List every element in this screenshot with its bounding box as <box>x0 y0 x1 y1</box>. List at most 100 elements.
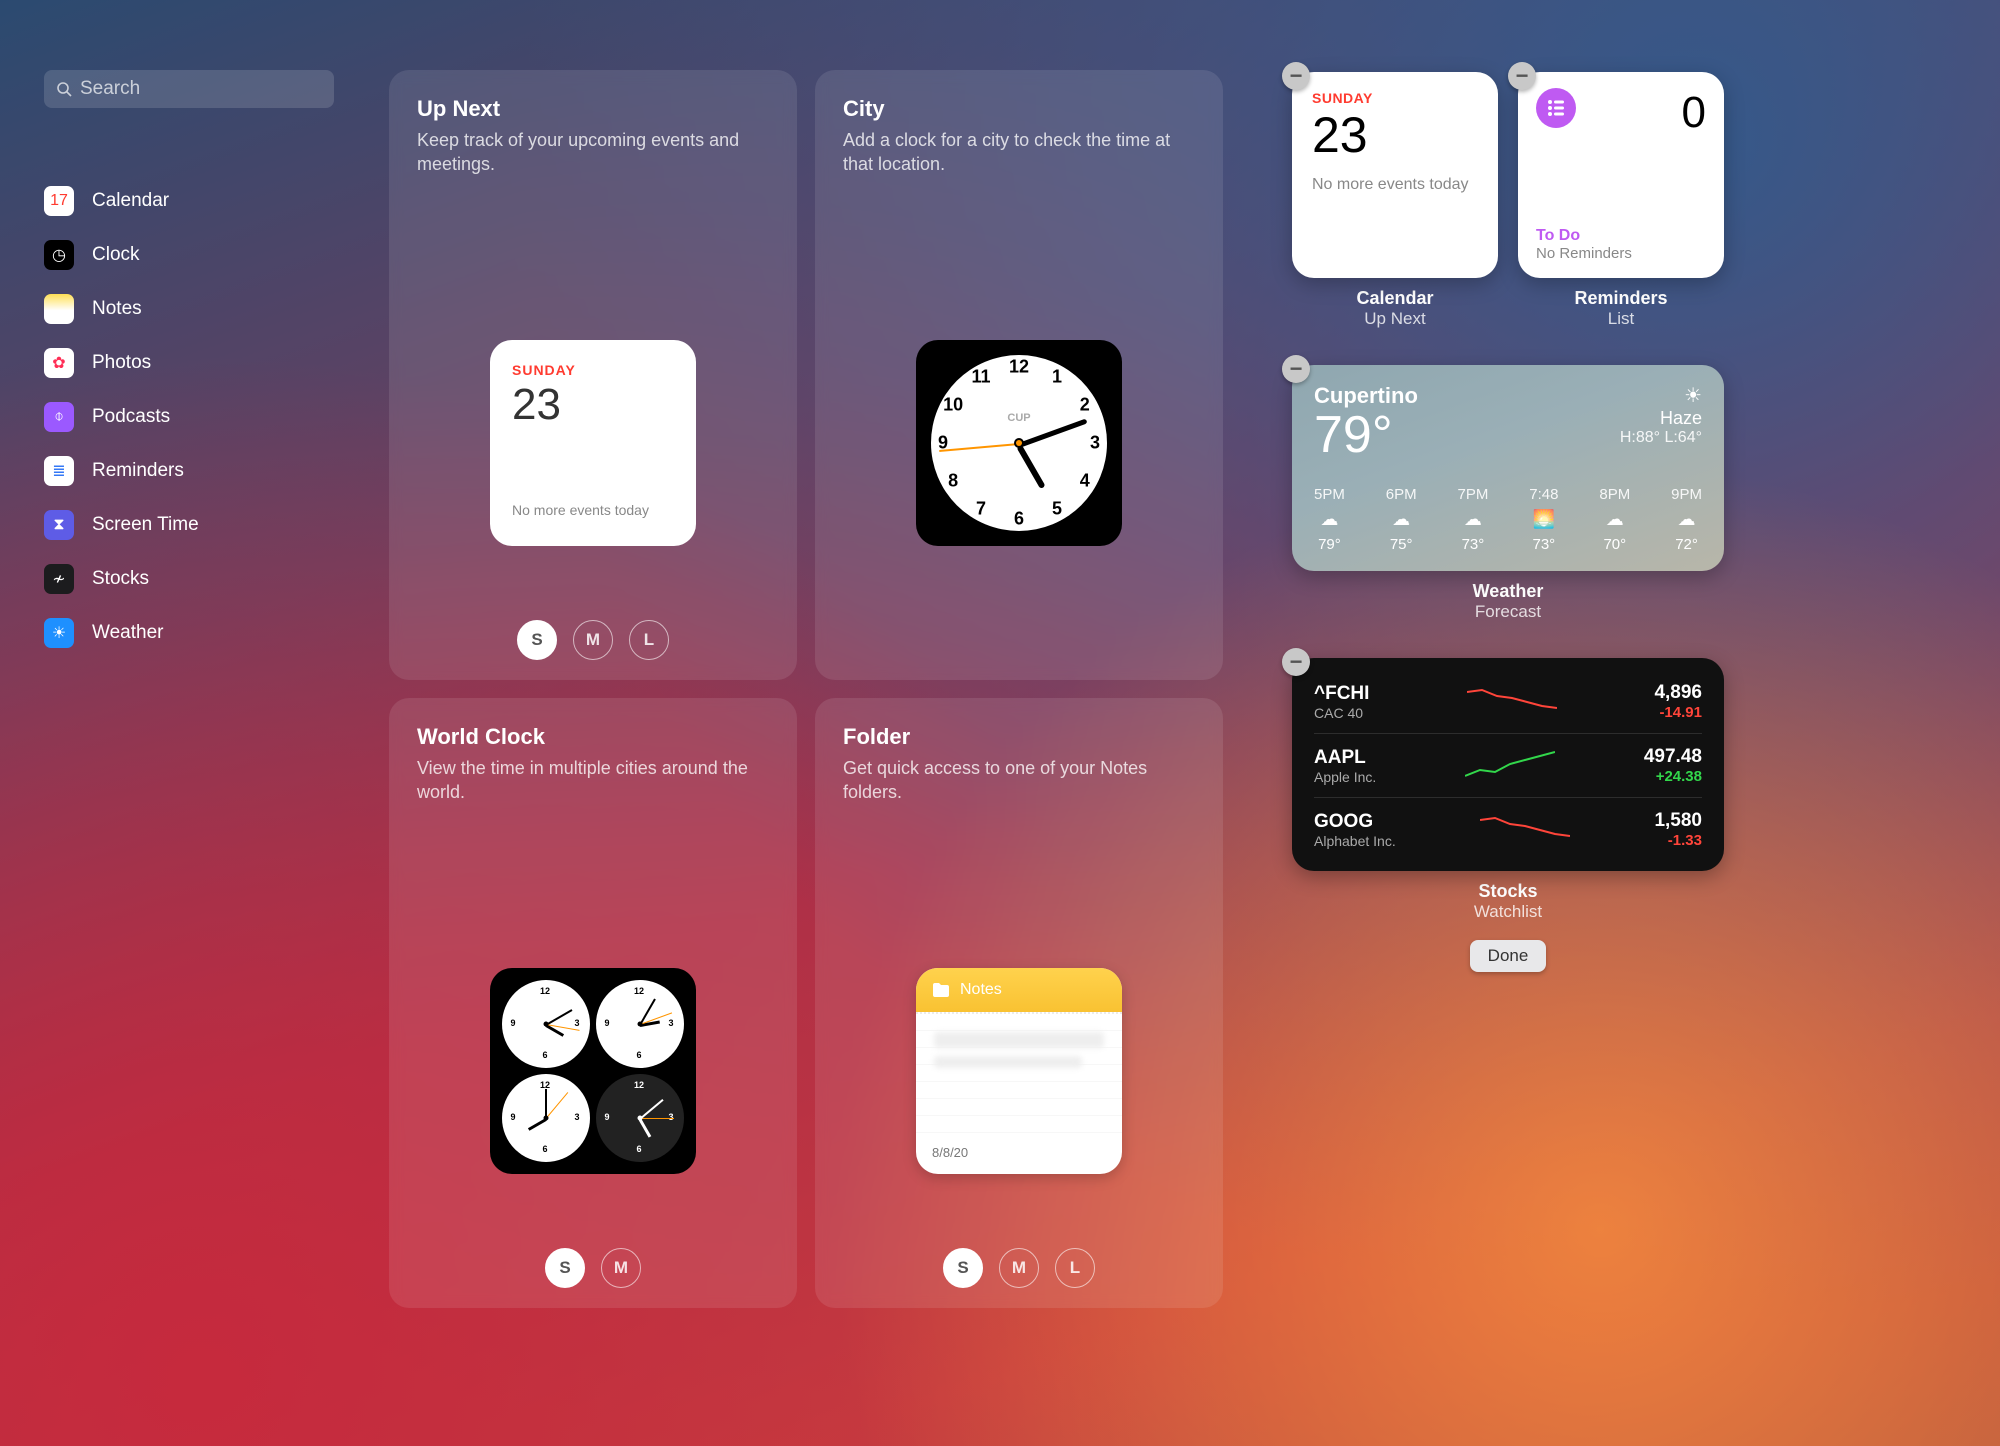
weather-hour-time: 7PM <box>1458 486 1489 503</box>
sidebar-item-label: Clock <box>92 244 140 266</box>
weather-hour-icon: ☁︎ <box>1606 509 1624 530</box>
sidebar-item-clock[interactable]: ◷ Clock <box>44 240 334 270</box>
sidebar-item-weather[interactable]: ☀Weather <box>44 618 334 648</box>
size-option-m[interactable]: M <box>573 620 613 660</box>
stock-row[interactable]: ^FCHICAC 404,896-14.91 <box>1314 670 1702 734</box>
weather-hour-time: 7:48 <box>1529 486 1558 503</box>
size-option-l[interactable]: L <box>1055 1248 1095 1288</box>
card-desc: Add a clock for a city to check the time… <box>843 128 1195 177</box>
reminders-list-name: To Do <box>1536 227 1706 245</box>
weather-hour-temp: 73° <box>1462 536 1485 553</box>
sidebar-item-label: Photos <box>92 352 151 374</box>
stock-price: 4,896 <box>1654 682 1702 704</box>
sidebar-item-stocks[interactable]: ≁Stocks <box>44 564 334 594</box>
weather-hour: 5PM☁︎79° <box>1314 486 1345 553</box>
app-list: 17Calendar ◷ Clock Notes ✿ Photos ⌽Podcasts ≣Re… <box>44 186 334 648</box>
size-option-s[interactable]: S <box>517 620 557 660</box>
weather-hour-time: 5PM <box>1314 486 1345 503</box>
clock-icon: ◷ <box>44 240 74 270</box>
weather-hour-time: 9PM <box>1671 486 1702 503</box>
stock-change: -14.91 <box>1654 704 1702 721</box>
screen-time-icon: ⧗ <box>44 510 74 540</box>
sidebar-item-label: Reminders <box>92 460 184 482</box>
stock-row[interactable]: GOOGAlphabet Inc.1,580-1.33 <box>1314 798 1702 861</box>
weather-hour-time: 6PM <box>1386 486 1417 503</box>
gallery-card-folder[interactable]: Folder Get quick access to one of your N… <box>815 698 1223 1308</box>
widget-subtitle: Up Next <box>1364 309 1425 329</box>
gallery-card-up-next[interactable]: Up Next Keep track of your upcoming even… <box>389 70 797 680</box>
stock-price: 1,580 <box>1654 810 1702 832</box>
preview-world-clock: 12369123691236912369 <box>490 968 696 1174</box>
widget-gallery: Up Next Keep track of your upcoming even… <box>389 70 1223 1308</box>
remove-widget-button[interactable]: − <box>1282 355 1310 383</box>
photos-icon: ✿ <box>44 348 74 378</box>
stock-symbol: GOOG <box>1314 811 1396 833</box>
stock-name: CAC 40 <box>1314 705 1369 721</box>
sidebar: Search 17Calendar ◷ Clock Notes ✿ Photos ⌽Podc… <box>44 70 334 648</box>
sidebar-item-label: Calendar <box>92 190 169 212</box>
sidebar-item-screen-time[interactable]: ⧗ Screen Time <box>44 510 334 540</box>
sidebar-item-label: Stocks <box>92 568 149 590</box>
remove-widget-button[interactable]: − <box>1282 648 1310 676</box>
stock-change: -1.33 <box>1654 832 1702 849</box>
calendar-no-events: No more events today <box>512 502 674 518</box>
notes-date: 8/8/20 <box>916 1135 1122 1174</box>
widget-calendar[interactable]: − SUNDAY 23 No more events today <box>1292 72 1498 278</box>
widget-stocks[interactable]: − ^FCHICAC 404,896-14.91AAPLApple Inc.49… <box>1292 658 1724 871</box>
size-row: SM <box>389 1248 797 1288</box>
sidebar-item-label: Weather <box>92 622 163 644</box>
folder-icon <box>932 983 950 997</box>
calendar-no-events: No more events today <box>1312 176 1478 194</box>
preview-up-next: SUNDAY 23 No more events today <box>490 340 696 546</box>
sidebar-item-calendar[interactable]: 17Calendar <box>44 186 334 216</box>
sidebar-item-label: Screen Time <box>92 514 199 536</box>
weather-hour: 8PM☁︎70° <box>1599 486 1630 553</box>
size-option-m[interactable]: M <box>601 1248 641 1288</box>
stock-row[interactable]: AAPLApple Inc.497.48+24.38 <box>1314 734 1702 798</box>
preview-folder: Notes 8/8/20 <box>916 968 1122 1174</box>
sidebar-item-notes[interactable]: Notes <box>44 294 334 324</box>
calendar-day-of-week: SUNDAY <box>1312 90 1478 106</box>
widget-subtitle: List <box>1608 309 1634 329</box>
weather-hour-time: 8PM <box>1599 486 1630 503</box>
size-option-m[interactable]: M <box>999 1248 1039 1288</box>
reminders-empty: No Reminders <box>1536 245 1706 262</box>
size-option-l[interactable]: L <box>629 620 669 660</box>
sidebar-item-podcasts[interactable]: ⌽Podcasts <box>44 402 334 432</box>
weather-hour-temp: 72° <box>1675 536 1698 553</box>
gallery-card-city[interactable]: City Add a clock for a city to check the… <box>815 70 1223 680</box>
remove-widget-button[interactable]: − <box>1282 62 1310 90</box>
sidebar-item-label: Notes <box>92 298 142 320</box>
remove-widget-button[interactable]: − <box>1508 62 1536 90</box>
done-button[interactable]: Done <box>1470 940 1547 972</box>
card-desc: View the time in multiple cities around … <box>417 756 769 805</box>
weather-condition: Haze <box>1620 408 1702 429</box>
notes-preview: Notes 8/8/20 <box>916 968 1122 1174</box>
stocks-rows: ^FCHICAC 404,896-14.91AAPLApple Inc.497.… <box>1314 670 1702 861</box>
world-clock-preview: 12369123691236912369 <box>490 968 696 1174</box>
card-title: Up Next <box>417 96 769 122</box>
active-widgets: − SUNDAY 23 No more events today Calenda… <box>1288 72 1728 972</box>
weather-hour: 9PM☁︎72° <box>1671 486 1702 553</box>
weather-temp: 79° <box>1314 409 1418 461</box>
size-option-s[interactable]: S <box>545 1248 585 1288</box>
calendar-preview: SUNDAY 23 No more events today <box>490 340 696 546</box>
weather-hour: 7PM☁︎73° <box>1458 486 1489 553</box>
size-option-s[interactable]: S <box>943 1248 983 1288</box>
widget-title: Weather <box>1473 581 1544 602</box>
notes-icon <box>44 294 74 324</box>
sidebar-item-reminders[interactable]: ≣Reminders <box>44 456 334 486</box>
gallery-card-world-clock[interactable]: World Clock View the time in multiple ci… <box>389 698 797 1308</box>
search-input[interactable]: Search <box>44 70 334 108</box>
widget-title: Calendar <box>1356 288 1433 309</box>
preview-city: CUP 123456789101112 <box>916 340 1122 546</box>
widget-reminders[interactable]: − 0 To Do No Reminders <box>1518 72 1724 278</box>
widget-subtitle: Watchlist <box>1474 902 1542 922</box>
weather-hour-temp: 73° <box>1533 536 1556 553</box>
sidebar-item-photos[interactable]: ✿ Photos <box>44 348 334 378</box>
notes-label: Notes <box>960 981 1002 999</box>
card-title: World Clock <box>417 724 769 750</box>
widget-weather[interactable]: − Cupertino 79° ☀︎ Haze H:88° L:64° 5PM☁… <box>1292 365 1724 571</box>
stock-name: Apple Inc. <box>1314 769 1376 785</box>
weather-hilo: H:88° L:64° <box>1620 429 1702 447</box>
